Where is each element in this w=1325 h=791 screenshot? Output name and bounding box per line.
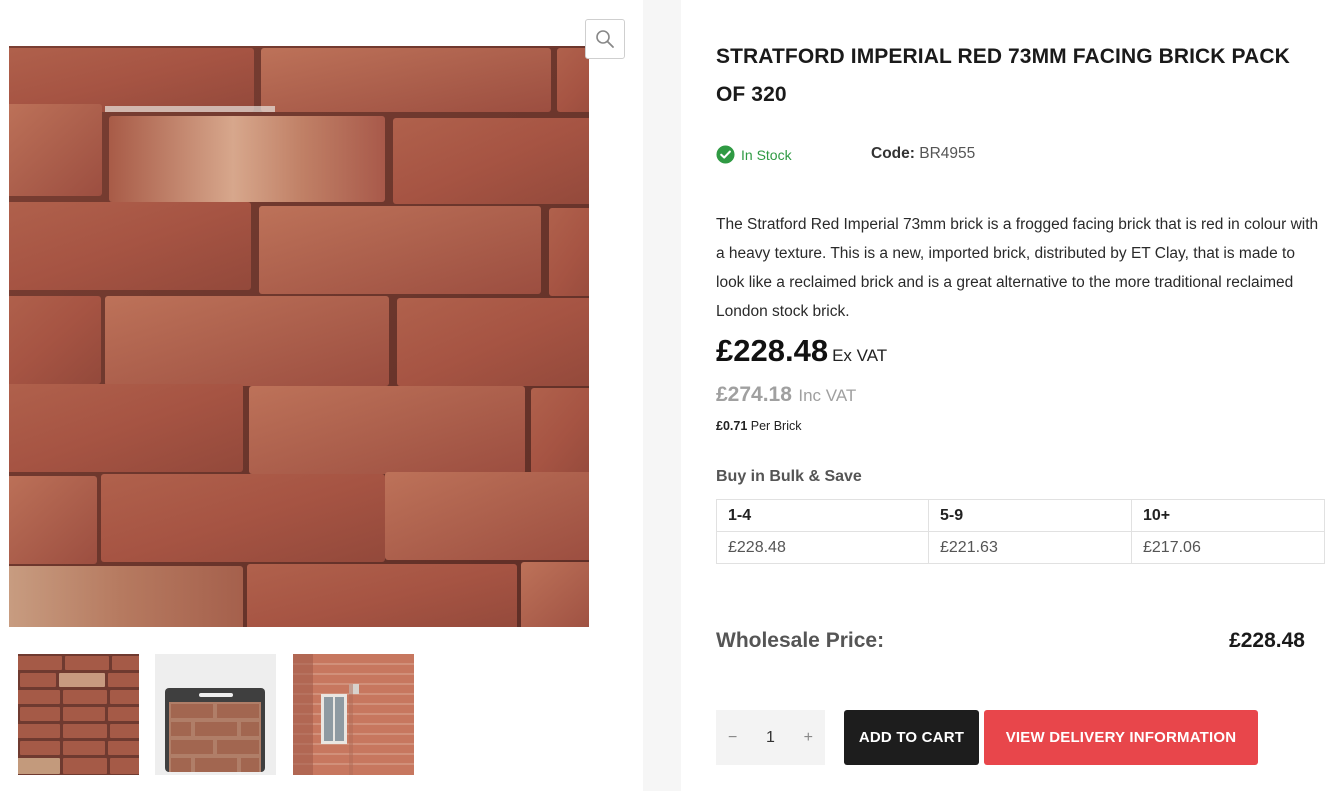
bulk-tier-price: £217.06 bbox=[1131, 531, 1325, 564]
product-code: Code: BR4955 bbox=[871, 145, 975, 163]
price-ex-vat-amount: £228.48 bbox=[716, 333, 829, 368]
bulk-tier-price: £228.48 bbox=[716, 531, 929, 564]
thumbnail-brick-house-wall[interactable] bbox=[293, 654, 414, 775]
main-product-image[interactable] bbox=[9, 46, 589, 627]
price-ex-vat: £228.48 Ex VAT bbox=[716, 333, 887, 369]
view-delivery-information-button[interactable]: VIEW DELIVERY INFORMATION bbox=[984, 710, 1258, 765]
bulk-pricing-price-row: £228.48 £221.63 £217.06 bbox=[716, 531, 1325, 564]
price-inc-vat-amount: £274.18 bbox=[716, 383, 792, 406]
bulk-pricing-title: Buy in Bulk & Save bbox=[716, 468, 862, 485]
column-gutter bbox=[643, 0, 681, 791]
price-per-brick-amount: £0.71 bbox=[716, 419, 748, 433]
quantity-input[interactable]: 1 bbox=[766, 729, 775, 747]
zoom-button[interactable] bbox=[585, 19, 625, 59]
product-code-value: BR4955 bbox=[919, 145, 976, 162]
quantity-increase-button[interactable]: + bbox=[804, 729, 813, 747]
bulk-tier-header: 1-4 bbox=[716, 499, 929, 532]
quantity-decrease-button[interactable]: − bbox=[728, 729, 737, 747]
thumbnail-brick-sample-board[interactable] bbox=[155, 654, 276, 775]
stock-status: In Stock bbox=[716, 145, 792, 164]
price-inc-vat-label: Inc VAT bbox=[798, 386, 857, 405]
bulk-pricing-table: 1-4 5-9 10+ £228.48 £221.63 £217.06 bbox=[716, 499, 1325, 564]
product-code-label: Code: bbox=[871, 145, 915, 162]
quantity-stepper: − 1 + bbox=[716, 710, 825, 765]
check-circle-icon bbox=[716, 145, 735, 164]
price-inc-vat: £274.18 Inc VAT bbox=[716, 383, 856, 407]
thumbnail-brick-wall[interactable] bbox=[18, 654, 139, 775]
search-icon bbox=[596, 30, 614, 48]
bulk-tier-price: £221.63 bbox=[928, 531, 1132, 564]
wholesale-price-value: £228.48 bbox=[1229, 629, 1305, 652]
price-ex-vat-label: Ex VAT bbox=[832, 346, 888, 365]
product-description: The Stratford Red Imperial 73mm brick is… bbox=[716, 216, 1319, 320]
stock-status-label: In Stock bbox=[741, 146, 792, 163]
price-per-brick-label: Per Brick bbox=[750, 419, 802, 433]
price-per-brick: £0.71 Per Brick bbox=[716, 419, 801, 433]
bulk-tier-header: 10+ bbox=[1131, 499, 1325, 532]
product-title: STRATFORD IMPERIAL RED 73MM FACING BRICK… bbox=[716, 45, 1290, 106]
wholesale-price-label: Wholesale Price: bbox=[716, 629, 885, 652]
add-to-cart-button[interactable]: ADD TO CART bbox=[844, 710, 979, 765]
bulk-tier-header: 5-9 bbox=[928, 499, 1132, 532]
bulk-pricing-header-row: 1-4 5-9 10+ bbox=[716, 499, 1325, 532]
